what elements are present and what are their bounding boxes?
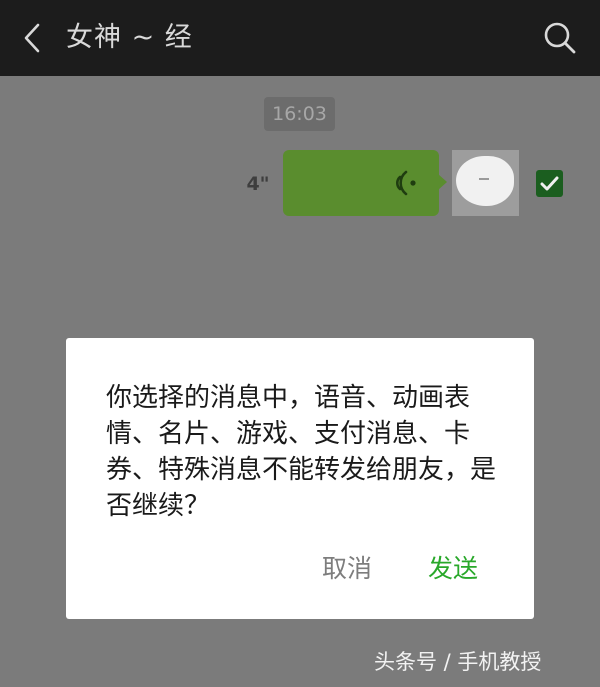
- message-timestamp: 16:03: [264, 97, 335, 131]
- dialog-message: 你选择的消息中，语音、动画表情、名片、游戏、支付消息、卡券、特殊消息不能转发给朋…: [106, 383, 497, 521]
- message-select-checkbox[interactable]: [536, 170, 563, 197]
- top-bar: 女神 ~ 经: [0, 0, 600, 76]
- chat-title: 女神 ~ 经: [66, 22, 193, 53]
- avatar[interactable]: [452, 150, 519, 216]
- avatar-mark: [479, 178, 489, 180]
- forward-warning-dialog: 你选择的消息中，语音、动画表情、名片、游戏、支付消息、卡券、特殊消息不能转发给朋…: [66, 338, 534, 619]
- check-icon: [540, 176, 559, 191]
- voice-duration: 4": [246, 173, 270, 195]
- search-icon[interactable]: [540, 18, 580, 58]
- voice-message-bubble[interactable]: [283, 150, 447, 216]
- watermark: 头条号 / 手机教授: [374, 650, 542, 674]
- cancel-button[interactable]: 取消: [316, 551, 378, 587]
- avatar-image: [456, 156, 514, 206]
- voice-wave-icon: [396, 170, 416, 196]
- send-button[interactable]: 发送: [424, 551, 482, 587]
- chevron-left-icon[interactable]: [18, 20, 48, 56]
- bubble-tail: [438, 174, 447, 190]
